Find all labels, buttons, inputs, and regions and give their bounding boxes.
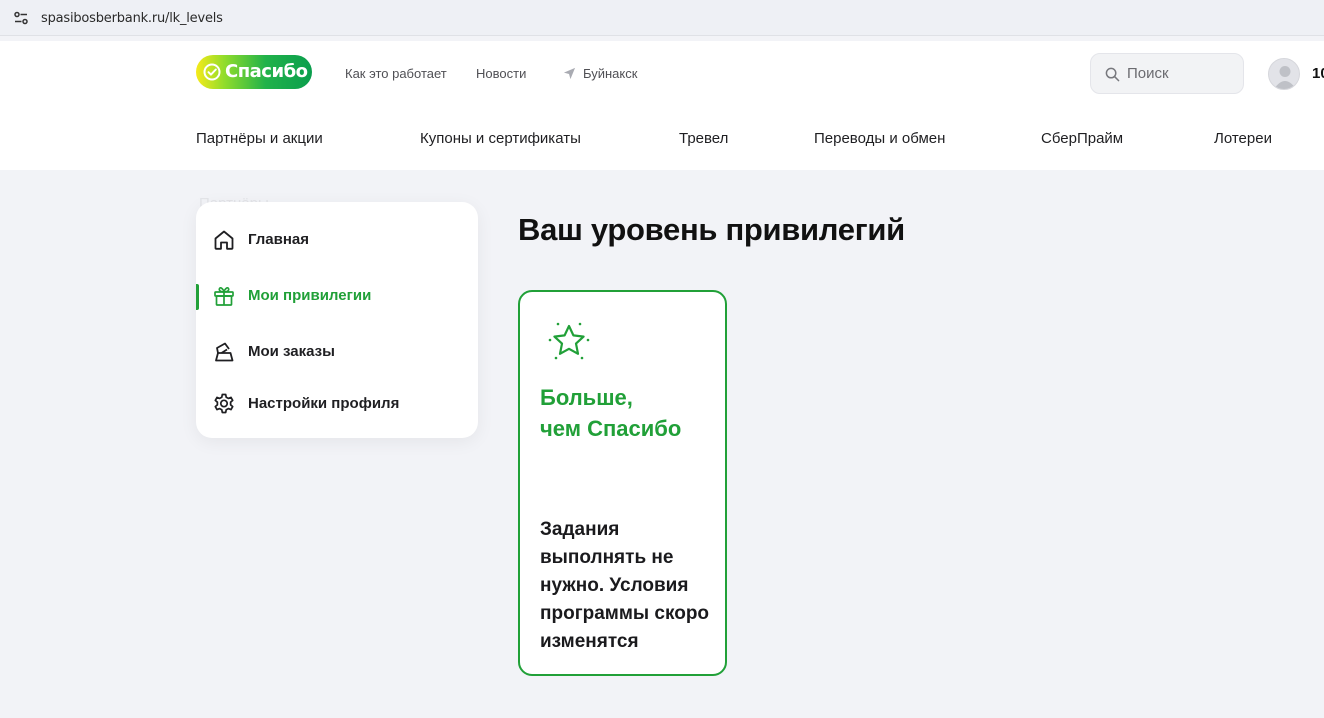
home-icon [214, 230, 234, 250]
card-title-line: Больше, [540, 385, 633, 410]
menu-item-settings[interactable]: Настройки профиля [196, 384, 478, 424]
privilege-level-card[interactable]: Больше, чем Спасибо Задания выполнять не… [518, 290, 727, 676]
user-icon [1274, 66, 1296, 89]
browser-address-bar[interactable]: spasibosberbank.ru/lk_levels [0, 0, 1324, 36]
gift-icon [214, 287, 234, 306]
city-selector[interactable]: Буйнакск [583, 66, 637, 81]
menu-item-privileges[interactable]: Мои привилегии [196, 276, 478, 316]
menu-item-label: Настройки профиля [248, 395, 400, 412]
card-description: Задания выполнять не нужно. Условия прог… [540, 519, 710, 652]
gear-icon [214, 393, 234, 414]
orders-icon [215, 342, 234, 362]
nav-lotteries[interactable]: Лотереи [1214, 130, 1272, 147]
location-arrow-icon[interactable] [563, 67, 576, 80]
search-box[interactable] [1090, 53, 1244, 94]
avatar[interactable] [1268, 58, 1300, 90]
nav-sberprime[interactable]: СберПрайм [1041, 130, 1123, 147]
star-icon [548, 322, 590, 360]
logo-text: Спасибо [225, 61, 308, 82]
menu-item-orders[interactable]: Мои заказы [196, 332, 478, 372]
news-link[interactable]: Новости [476, 66, 526, 81]
logo-check-icon [203, 63, 221, 81]
profile-menu: Главная Мои привилегии Мои заказы Настро… [196, 202, 478, 438]
site-settings-icon[interactable] [13, 10, 29, 26]
how-it-works-link[interactable]: Как это работает [345, 66, 447, 81]
active-indicator [196, 284, 199, 310]
card-title: Больше, чем Спасибо [540, 382, 720, 444]
menu-item-home[interactable]: Главная [196, 220, 478, 260]
search-icon [1105, 67, 1120, 82]
menu-item-label: Мои привилегии [248, 287, 372, 304]
nav-coupons[interactable]: Купоны и сертификаты [420, 130, 581, 147]
card-title-line: чем Спасибо [540, 416, 682, 441]
menu-item-label: Мои заказы [248, 343, 335, 360]
spasibo-logo[interactable]: Спасибо [196, 55, 312, 89]
balance-value[interactable]: 10 [1312, 65, 1324, 82]
url-text[interactable]: spasibosberbank.ru/lk_levels [41, 11, 223, 26]
nav-travel[interactable]: Тревел [679, 130, 728, 147]
nav-transfers[interactable]: Переводы и обмен [814, 130, 945, 147]
site-header: Спасибо Как это работает Новости Буйнакс… [0, 41, 1324, 170]
page-title: Ваш уровень привилегий [518, 212, 905, 247]
nav-partners[interactable]: Партнёры и акции [196, 130, 323, 147]
search-input[interactable] [1127, 65, 1237, 82]
menu-item-label: Главная [248, 231, 310, 248]
